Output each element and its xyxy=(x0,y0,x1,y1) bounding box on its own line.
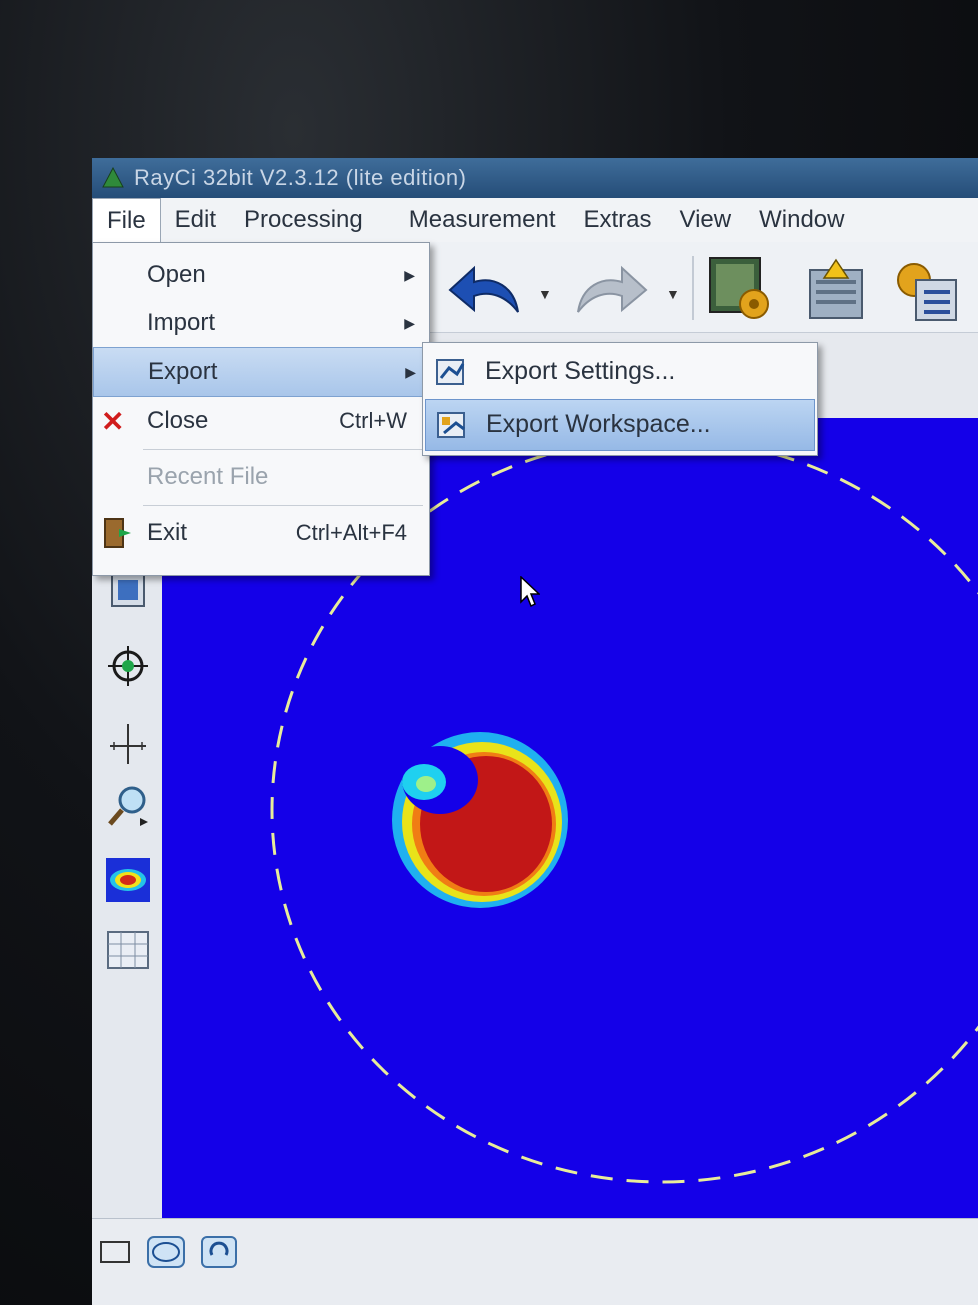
menu-export-settings[interactable]: Export Settings... xyxy=(425,347,813,397)
exit-door-icon xyxy=(104,518,131,548)
checklist-icon[interactable] xyxy=(892,258,962,324)
redo-dropdown-arrow-icon[interactable]: ▼ xyxy=(666,286,680,302)
close-x-icon: ✕ xyxy=(101,405,125,437)
menu-measurement[interactable]: Measurement xyxy=(395,198,570,242)
menu-bar: File Edit Processing Measurement Extras … xyxy=(92,198,978,243)
zoom-icon[interactable] xyxy=(106,784,150,828)
menu-import[interactable]: Import ▶ xyxy=(93,299,429,347)
menu-window[interactable]: Window xyxy=(745,198,858,242)
submenu-arrow-icon: ▶ xyxy=(405,363,416,380)
app-icon xyxy=(102,167,124,188)
axis-cross-icon[interactable] xyxy=(106,722,150,766)
application-window: RayCi 32bit V2.3.12 (lite edition) File … xyxy=(92,158,978,1305)
rectangle-tool-icon[interactable] xyxy=(98,1237,132,1267)
grid-icon[interactable] xyxy=(106,928,150,972)
settings-icon[interactable] xyxy=(708,256,774,322)
menu-recent-file[interactable]: Recent File xyxy=(93,453,429,501)
menu-export-workspace[interactable]: Export Workspace... xyxy=(425,399,815,451)
export-settings-icon xyxy=(436,359,465,385)
menu-processing[interactable]: Processing xyxy=(230,198,377,242)
bottom-strip xyxy=(92,1218,978,1305)
menu-edit[interactable]: Edit xyxy=(161,198,230,242)
mouse-cursor-icon xyxy=(520,576,540,608)
submenu-arrow-icon: ▶ xyxy=(404,314,415,331)
file-menu-dropdown: Open ▶ Import ▶ Export ▶ ✕ Close Ctrl+W … xyxy=(92,242,431,576)
submenu-arrow-icon: ▶ xyxy=(404,266,415,283)
menu-separator xyxy=(143,449,423,450)
menu-view[interactable]: View xyxy=(666,198,746,242)
menu-open[interactable]: Open ▶ xyxy=(93,251,429,299)
menu-separator xyxy=(143,505,423,506)
export-submenu: Export Settings... Export Workspace... xyxy=(422,342,818,456)
window-title: RayCi 32bit V2.3.12 (lite edition) xyxy=(134,165,467,190)
rotate-tool-icon[interactable] xyxy=(200,1235,238,1269)
crosshair-icon[interactable] xyxy=(106,644,150,688)
undo-dropdown-arrow-icon[interactable]: ▼ xyxy=(538,286,552,302)
menu-extras[interactable]: Extras xyxy=(570,198,666,242)
menu-export[interactable]: Export ▶ xyxy=(93,347,431,397)
undo-icon[interactable] xyxy=(448,264,524,316)
beam-profile-icon[interactable] xyxy=(106,858,150,902)
title-bar: RayCi 32bit V2.3.12 (lite edition) xyxy=(92,158,978,198)
beam-spot xyxy=(392,732,568,908)
toolbar-separator xyxy=(692,256,694,320)
redo-icon[interactable] xyxy=(572,264,648,316)
menu-file[interactable]: File xyxy=(92,198,161,242)
menu-exit[interactable]: Exit Ctrl+Alt+F4 xyxy=(93,509,429,557)
warning-document-icon[interactable] xyxy=(804,258,870,324)
export-workspace-icon xyxy=(437,412,465,438)
menu-close[interactable]: ✕ Close Ctrl+W xyxy=(93,397,429,445)
ellipse-tool-icon[interactable] xyxy=(146,1235,186,1269)
